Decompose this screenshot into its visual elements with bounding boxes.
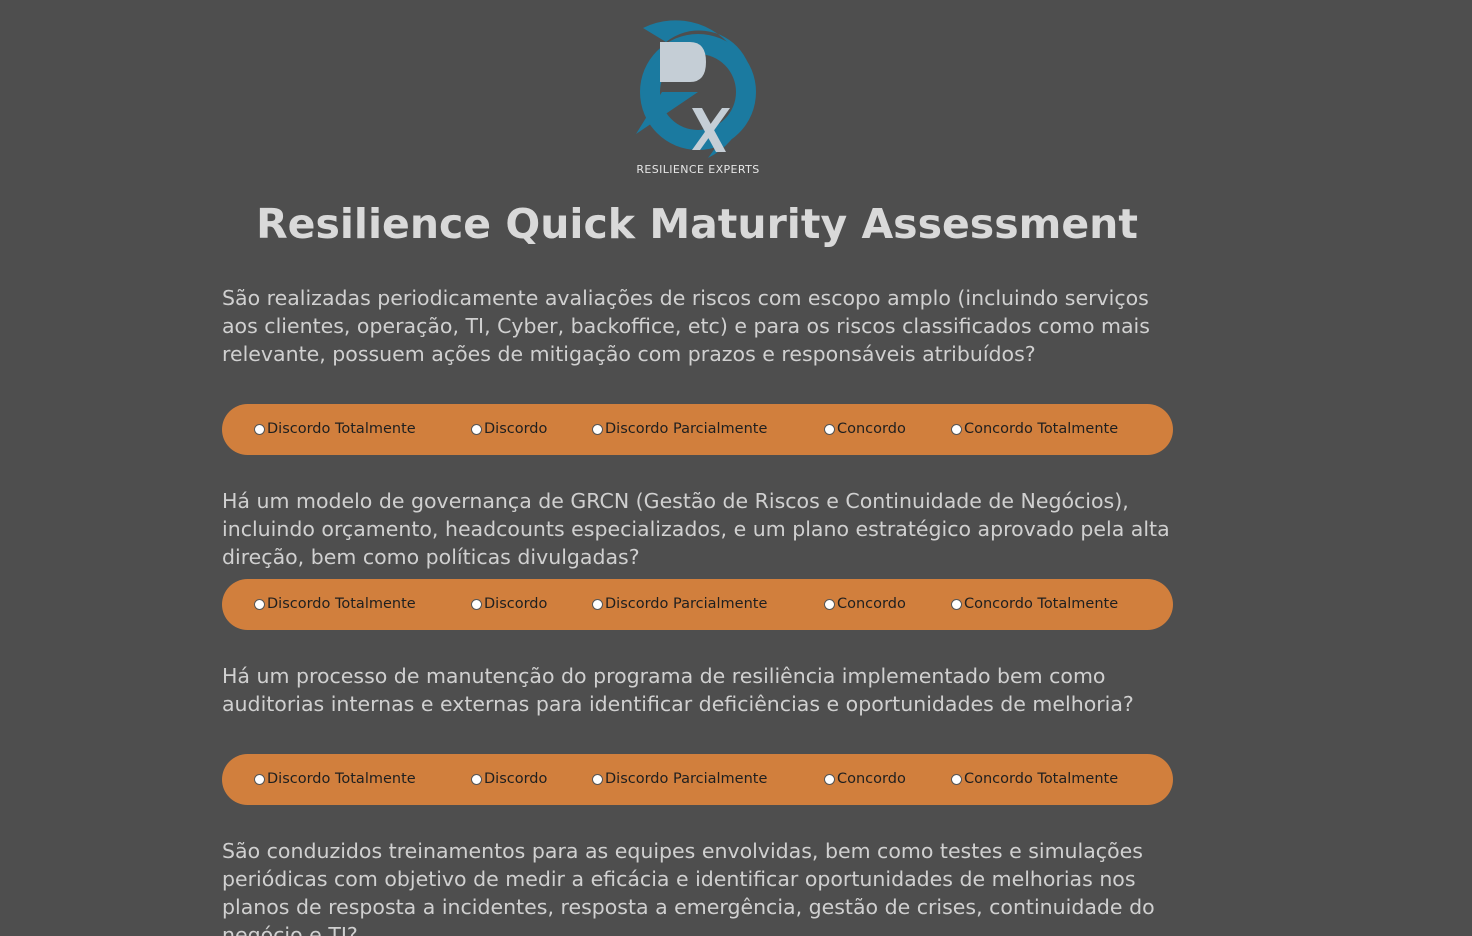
option-label: Discordo Totalmente bbox=[267, 771, 416, 787]
option-label: Discordo bbox=[484, 596, 548, 612]
radio-button[interactable] bbox=[824, 598, 835, 610]
q1-option-discordo-totalmente[interactable]: Discordo Totalmente bbox=[254, 419, 416, 439]
question-1-text: São realizadas periodicamente avaliações… bbox=[222, 286, 1150, 366]
radio-button[interactable] bbox=[824, 773, 835, 785]
question-2-text: Há um modelo de governança de GRCN (Gest… bbox=[222, 489, 1170, 569]
option-label: Concordo bbox=[837, 596, 906, 612]
radio-button[interactable] bbox=[592, 423, 603, 435]
option-label: Discordo bbox=[484, 771, 548, 787]
radio-button[interactable] bbox=[824, 423, 835, 435]
q1-option-discordo[interactable]: Discordo bbox=[471, 419, 547, 439]
option-label: Concordo bbox=[837, 771, 906, 787]
q3-option-concordo[interactable]: Concordo bbox=[824, 769, 906, 789]
q2-option-discordo-parcialmente[interactable]: Discordo Parcialmente bbox=[592, 594, 767, 614]
q1-option-concordo-totalmente[interactable]: Concordo Totalmente bbox=[951, 419, 1118, 439]
q1-option-discordo-parcialmente[interactable]: Discordo Parcialmente bbox=[592, 419, 767, 439]
option-label: Discordo Parcialmente bbox=[605, 596, 768, 612]
question-1-options: Discordo Totalmente Discordo Discordo Pa… bbox=[222, 404, 1173, 455]
option-label: Discordo Totalmente bbox=[267, 596, 416, 612]
option-label: Concordo Totalmente bbox=[964, 596, 1119, 612]
assessment-page: RESILIENCE EXPERTS Resilience Quick Matu… bbox=[0, 0, 1472, 936]
question-3-text: Há um processo de manutenção do programa… bbox=[222, 664, 1134, 716]
q2-option-discordo-totalmente[interactable]: Discordo Totalmente bbox=[254, 594, 416, 614]
q2-option-discordo[interactable]: Discordo bbox=[471, 594, 547, 614]
radio-button[interactable] bbox=[471, 773, 482, 785]
option-label: Discordo Parcialmente bbox=[605, 771, 768, 787]
radio-button[interactable] bbox=[951, 598, 962, 610]
radio-button[interactable] bbox=[471, 423, 482, 435]
radio-button[interactable] bbox=[254, 773, 265, 785]
q3-option-discordo-parcialmente[interactable]: Discordo Parcialmente bbox=[592, 769, 767, 789]
resilience-experts-logo: RESILIENCE EXPERTS bbox=[622, 14, 774, 180]
radio-button[interactable] bbox=[254, 423, 265, 435]
option-label: Concordo bbox=[837, 421, 906, 437]
logo-caption: RESILIENCE EXPERTS bbox=[636, 163, 760, 176]
radio-button[interactable] bbox=[951, 773, 962, 785]
question-3-options: Discordo Totalmente Discordo Discordo Pa… bbox=[222, 754, 1173, 805]
q3-option-concordo-totalmente[interactable]: Concordo Totalmente bbox=[951, 769, 1118, 789]
page-title: Resilience Quick Maturity Assessment bbox=[256, 200, 1138, 248]
q3-option-discordo-totalmente[interactable]: Discordo Totalmente bbox=[254, 769, 416, 789]
q3-option-discordo[interactable]: Discordo bbox=[471, 769, 547, 789]
radio-button[interactable] bbox=[592, 773, 603, 785]
option-label: Discordo Totalmente bbox=[267, 421, 416, 437]
q2-option-concordo-totalmente[interactable]: Concordo Totalmente bbox=[951, 594, 1118, 614]
radio-button[interactable] bbox=[592, 598, 603, 610]
option-label: Concordo Totalmente bbox=[964, 421, 1119, 437]
option-label: Discordo bbox=[484, 421, 548, 437]
option-label: Concordo Totalmente bbox=[964, 771, 1119, 787]
question-4-text: São conduzidos treinamentos para as equi… bbox=[222, 839, 1155, 936]
radio-button[interactable] bbox=[951, 423, 962, 435]
q1-option-concordo[interactable]: Concordo bbox=[824, 419, 906, 439]
radio-button[interactable] bbox=[471, 598, 482, 610]
radio-button[interactable] bbox=[254, 598, 265, 610]
question-2-options: Discordo Totalmente Discordo Discordo Pa… bbox=[222, 579, 1173, 630]
option-label: Discordo Parcialmente bbox=[605, 421, 768, 437]
q2-option-concordo[interactable]: Concordo bbox=[824, 594, 906, 614]
